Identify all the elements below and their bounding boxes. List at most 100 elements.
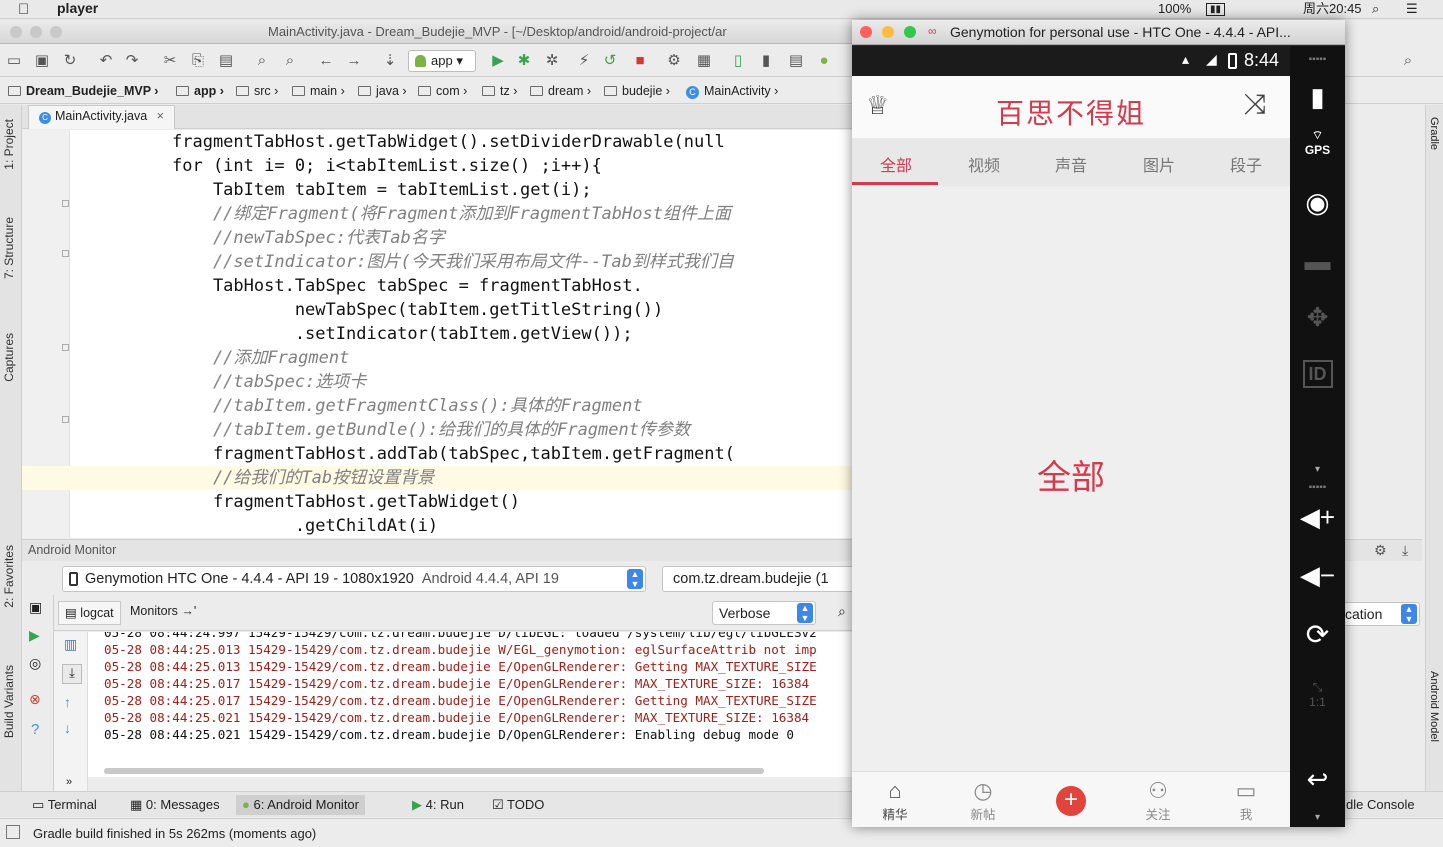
breadcrumb-src[interactable]: src › bbox=[236, 82, 292, 100]
project-tool-tab[interactable]: 1: Project bbox=[2, 119, 16, 170]
device-select[interactable]: Genymotion HTC One - 4.4.4 - API 19 - 10… bbox=[62, 566, 646, 592]
menubar-app-name[interactable]: player bbox=[57, 0, 98, 17]
system-info-icon[interactable]: ◎ bbox=[29, 655, 41, 672]
editor-tab-mainactivity[interactable]: C MainActivity.java × bbox=[28, 105, 175, 129]
zoom-window-button[interactable] bbox=[50, 26, 62, 38]
tool-windows-icon[interactable] bbox=[6, 825, 20, 839]
pixel-perfect-icon[interactable]: ⤡ 1:1 bbox=[1290, 680, 1345, 709]
more-icon[interactable]: » bbox=[66, 776, 72, 788]
apply-changes-icon[interactable]: ⚡ bbox=[574, 51, 594, 71]
gps-widget-icon[interactable]: ⌔ GPS bbox=[1290, 128, 1345, 157]
copy-icon[interactable]: ⎘ bbox=[188, 51, 208, 71]
collapse-arrow-icon[interactable]: ▾ bbox=[1290, 464, 1345, 475]
rerun-icon[interactable]: ↺ bbox=[600, 51, 620, 71]
expand-arrow-icon[interactable]: ▾ bbox=[1290, 812, 1345, 823]
paste-icon[interactable]: ▤ bbox=[216, 51, 236, 71]
code-area[interactable]: fragmentTabHost.getTabWidget().setDivide… bbox=[172, 130, 852, 538]
tab-picture[interactable]: 图片 bbox=[1115, 152, 1203, 176]
breadcrumb-project[interactable]: Dream_Budejie_MVP › bbox=[8, 82, 172, 100]
tab-video[interactable]: 视频 bbox=[940, 152, 1028, 176]
replace-icon[interactable]: ⌕ bbox=[280, 51, 300, 71]
run-tool-button[interactable]: ▶ 4: Run bbox=[406, 795, 470, 815]
android-monitor-tool-button[interactable]: ● 6: Android Monitor bbox=[236, 795, 365, 815]
tab-content[interactable]: 全部 bbox=[852, 186, 1290, 771]
settings-gear-icon[interactable]: ⚙ bbox=[1374, 542, 1387, 559]
android-model-tool-tab[interactable]: Android Model bbox=[1428, 671, 1440, 742]
scroll-to-end-icon[interactable]: ⤓ bbox=[62, 664, 82, 684]
log-horizontal-scrollbar[interactable] bbox=[104, 768, 764, 774]
back-icon[interactable]: ← bbox=[316, 51, 336, 71]
apple-icon[interactable]:  bbox=[18, 0, 29, 19]
spotlight-icon[interactable]: ⌕ bbox=[1372, 0, 1379, 17]
redo-icon[interactable]: ↷ bbox=[122, 51, 142, 71]
messages-tool-button[interactable]: ▦ 0: Messages bbox=[124, 795, 226, 815]
webcam-widget-icon[interactable]: ◉ bbox=[1290, 186, 1345, 219]
breadcrumb-main[interactable]: main › bbox=[292, 82, 359, 100]
run-icon[interactable]: ▶ bbox=[488, 51, 508, 71]
breadcrumb-app[interactable]: app › bbox=[176, 82, 238, 100]
project-structure-icon[interactable]: ⚙ bbox=[664, 51, 684, 71]
volume-down-icon[interactable]: ◀− bbox=[1290, 560, 1345, 591]
publish-plus-button[interactable]: + bbox=[1056, 786, 1086, 816]
attach-debugger-icon[interactable]: ✲ bbox=[542, 51, 562, 71]
terminate-app-icon[interactable]: ⊗ bbox=[29, 691, 41, 708]
android-id-widget-icon[interactable]: ID bbox=[1290, 360, 1345, 388]
close-window-button[interactable] bbox=[860, 26, 872, 38]
run-config-select[interactable]: app ▾ bbox=[408, 50, 476, 72]
nav-essence[interactable]: ⌂ 精华 bbox=[860, 778, 930, 823]
logcat-output[interactable]: 05-28 08:44:24.997 15429-15429/com.tz.dr… bbox=[88, 632, 852, 777]
sync-icon[interactable]: ↻ bbox=[60, 51, 80, 71]
breadcrumb-budejie[interactable]: budejie › bbox=[604, 82, 684, 100]
terminal-tool-button[interactable]: ▭ Terminal bbox=[26, 795, 103, 815]
fold-marker-icon[interactable] bbox=[62, 416, 69, 423]
search-everywhere-icon[interactable]: ⌕ bbox=[1398, 51, 1418, 71]
rotate-screen-icon[interactable]: ⟳ bbox=[1290, 618, 1345, 651]
make-project-icon[interactable]: ⇣ bbox=[380, 51, 400, 71]
shuffle-icon[interactable]: ⤨ bbox=[1244, 88, 1266, 121]
up-arrow-icon[interactable]: ↑ bbox=[64, 694, 71, 710]
android-logo-icon[interactable]: ● bbox=[814, 51, 834, 71]
minimize-window-button[interactable] bbox=[882, 26, 894, 38]
process-select[interactable]: com.tz.dream.budejie (1 bbox=[662, 566, 862, 592]
save-icon[interactable]: ▣ bbox=[32, 51, 52, 71]
gradle-console-tool-button[interactable]: dle Console bbox=[1340, 795, 1421, 815]
open-folder-icon[interactable]: ▭ bbox=[4, 51, 24, 71]
code-editor[interactable]: 💡 fragmentTabHost.getTabWidget().setDivi… bbox=[22, 130, 852, 538]
structure-tool-tab[interactable]: 7: Structure bbox=[2, 217, 16, 279]
breadcrumb-mainactivity[interactable]: C MainActivity › bbox=[686, 82, 792, 100]
log-level-select[interactable]: Verbose ▲ ▼ bbox=[712, 601, 816, 625]
tab-all[interactable]: 全部 bbox=[852, 152, 940, 176]
tab-audio[interactable]: 声音 bbox=[1027, 152, 1115, 176]
logcat-filter-select[interactable]: cation ▲ ▼ bbox=[1334, 602, 1420, 626]
todo-tool-button[interactable]: ☑ TODO bbox=[486, 795, 550, 815]
cut-icon[interactable]: ✂ bbox=[160, 51, 180, 71]
monitors-tab[interactable]: Monitors →' bbox=[130, 604, 196, 618]
breadcrumb-com[interactable]: com › bbox=[418, 82, 481, 100]
android-device-monitor-icon[interactable]: ▮ bbox=[756, 51, 776, 71]
build-variants-tool-tab[interactable]: Build Variants bbox=[2, 665, 16, 738]
clear-logcat-icon[interactable]: ▥ bbox=[64, 636, 77, 653]
find-icon[interactable]: ⌕ bbox=[252, 51, 272, 71]
screen-record-icon[interactable]: ▶ bbox=[29, 627, 40, 644]
close-window-button[interactable] bbox=[10, 26, 22, 38]
capture-widget-icon[interactable]: ▬ bbox=[1290, 246, 1345, 277]
select-spinner-icon[interactable]: ▲ ▼ bbox=[797, 603, 813, 623]
hide-panel-icon[interactable]: ⤓ bbox=[1402, 542, 1408, 559]
log-search-icon[interactable]: ⌕ bbox=[838, 603, 846, 620]
sdk-manager-icon[interactable]: ▦ bbox=[694, 51, 714, 71]
volume-up-icon[interactable]: ◀+ bbox=[1290, 502, 1345, 533]
minimize-window-button[interactable] bbox=[30, 26, 42, 38]
fold-marker-icon[interactable] bbox=[62, 200, 69, 207]
battery-icon[interactable]: ▮▮ bbox=[1206, 3, 1226, 16]
battery-widget-icon[interactable]: ▮ bbox=[1290, 82, 1345, 113]
remote-control-icon[interactable]: ✥ bbox=[1290, 302, 1345, 333]
forward-icon[interactable]: → bbox=[344, 51, 364, 71]
breadcrumb-tz[interactable]: tz › bbox=[482, 82, 531, 100]
close-tab-icon[interactable]: × bbox=[157, 109, 164, 123]
captures-tool-tab[interactable]: Captures bbox=[2, 333, 16, 382]
down-arrow-icon[interactable]: ↓ bbox=[64, 720, 71, 736]
logcat-tab[interactable]: ▤ logcat bbox=[58, 601, 121, 625]
back-button-icon[interactable]: ↩ bbox=[1290, 764, 1345, 795]
select-spinner-icon[interactable]: ▲ ▼ bbox=[627, 569, 643, 589]
fold-marker-icon[interactable] bbox=[62, 344, 69, 351]
